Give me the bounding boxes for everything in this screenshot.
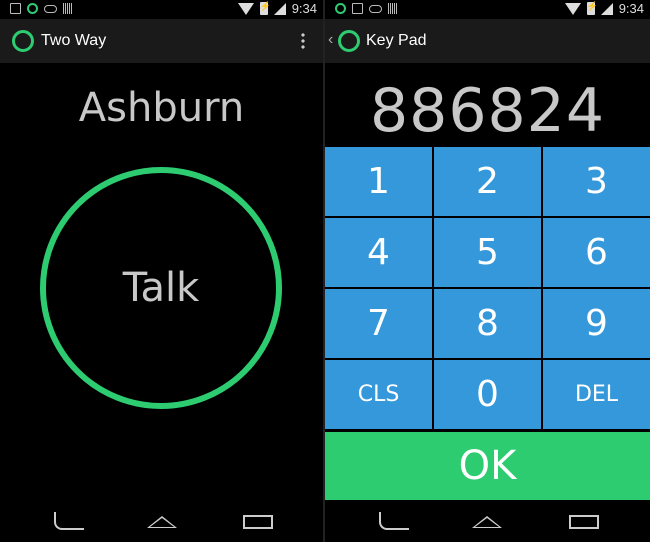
ok-button[interactable]: OK (325, 432, 650, 500)
back-icon[interactable] (379, 512, 409, 530)
status-bar: 9:34 (0, 0, 323, 19)
key-2[interactable]: 2 (434, 147, 541, 216)
key-7[interactable]: 7 (325, 289, 432, 358)
overflow-menu-icon[interactable] (301, 32, 305, 50)
status-system: 9:34 (237, 1, 317, 16)
voicemail-icon (369, 4, 382, 13)
key-3[interactable]: 3 (543, 147, 650, 216)
key-pad-screen: 9:34 ‹ Key Pad 886824 1 2 3 4 5 6 7 8 9 … (325, 0, 650, 542)
clock: 9:34 (291, 1, 317, 16)
signal-icon (600, 2, 613, 15)
keypad-grid: 1 2 3 4 5 6 7 8 9 CLS 0 DEL (325, 147, 650, 429)
location-name: Ashburn (78, 85, 245, 131)
status-bar: 9:34 (325, 0, 650, 19)
key-8[interactable]: 8 (434, 289, 541, 358)
signal-bars-icon (388, 3, 398, 14)
app-ring-icon (12, 30, 34, 52)
wifi-icon (564, 2, 581, 15)
battery-icon (259, 1, 271, 15)
back-icon[interactable] (54, 512, 84, 530)
key-1[interactable]: 1 (325, 147, 432, 216)
action-bar: Two Way (0, 19, 323, 63)
image-icon (10, 3, 21, 14)
recents-icon[interactable] (243, 515, 273, 529)
wifi-icon (237, 2, 254, 15)
two-way-screen: 9:34 Two Way Ashburn Talk (0, 0, 323, 542)
clock: 9:34 (618, 1, 644, 16)
status-system: 9:34 (564, 1, 644, 16)
battery-icon (586, 1, 598, 15)
home-icon[interactable] (147, 516, 177, 528)
key-5[interactable]: 5 (434, 218, 541, 287)
status-notifications (10, 3, 73, 14)
signal-icon (273, 2, 286, 15)
delete-key[interactable]: DEL (543, 360, 650, 429)
home-icon[interactable] (472, 516, 502, 528)
action-bar: ‹ Key Pad (325, 19, 650, 63)
navigation-bar (0, 500, 323, 542)
clear-key[interactable]: CLS (325, 360, 432, 429)
signal-bars-icon (63, 3, 73, 14)
key-6[interactable]: 6 (543, 218, 650, 287)
app-title: Two Way (41, 32, 107, 49)
app-ring-icon[interactable] (338, 30, 360, 52)
app-ring-icon (335, 3, 346, 14)
key-0[interactable]: 0 (434, 360, 541, 429)
recents-icon[interactable] (569, 515, 599, 529)
app-ring-icon (27, 3, 38, 14)
key-9[interactable]: 9 (543, 289, 650, 358)
talk-button[interactable]: Talk (40, 167, 282, 409)
talk-label: Talk (122, 265, 200, 311)
voicemail-icon (44, 4, 57, 13)
status-notifications (335, 3, 398, 14)
back-caret-icon[interactable]: ‹ (328, 31, 333, 49)
image-icon (352, 3, 363, 14)
keypad-entry-display: 886824 (369, 76, 606, 146)
navigation-bar (325, 500, 650, 542)
app-title: Key Pad (366, 32, 427, 49)
key-4[interactable]: 4 (325, 218, 432, 287)
